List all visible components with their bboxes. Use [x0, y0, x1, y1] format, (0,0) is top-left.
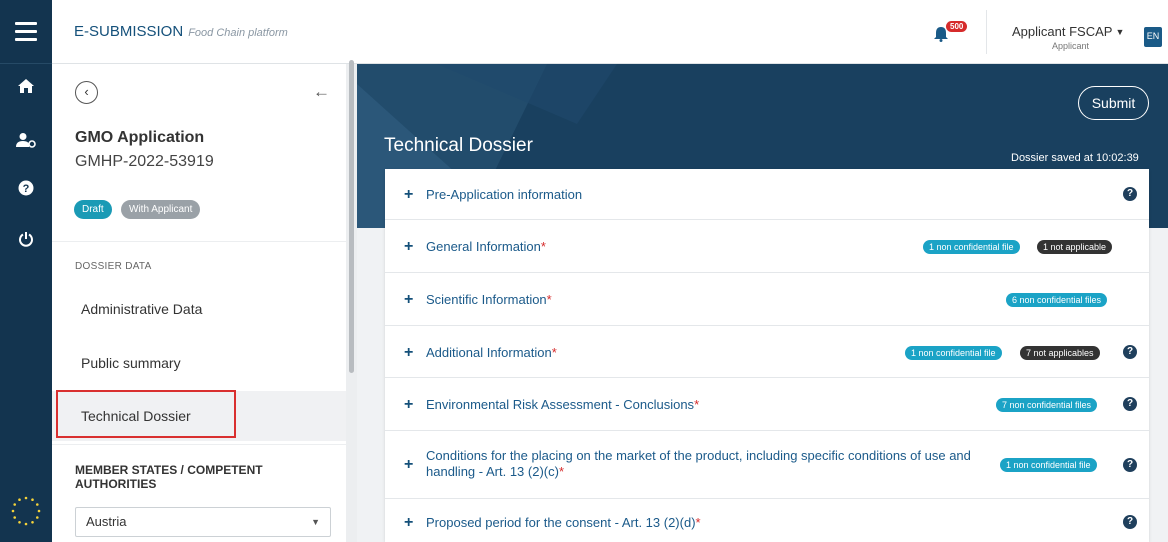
dossier-sidebar: ‹ ← GMO Application GMHP-2022-53919 Draf…	[52, 64, 346, 542]
caret-down-icon: ▼	[1115, 27, 1125, 37]
section-label[interactable]: Environmental Risk Assessment - Conclusi…	[426, 397, 699, 413]
brand-subtitle: Food Chain platform	[188, 27, 288, 39]
not-applicable-badge: 1 not applicable	[1037, 240, 1113, 254]
user-role: Applicant	[1052, 41, 1090, 51]
country-select[interactable]: Austria ▼	[75, 507, 331, 537]
page-title: Technical Dossier	[384, 135, 533, 156]
section-row-general-information[interactable]: + General Information* 1 non confidentia…	[385, 220, 1149, 273]
section-row-additional-information[interactable]: + Additional Information* 1 non confiden…	[385, 326, 1149, 378]
brand[interactable]: E-SUBMISSION Food Chain platform	[74, 23, 288, 40]
chevron-left-icon: ‹	[84, 84, 89, 99]
help-icon[interactable]: ?	[1123, 397, 1137, 411]
user-name: Applicant FSCAP	[1012, 24, 1113, 39]
section-label[interactable]: Pre-Application information	[426, 187, 582, 203]
user-menu[interactable]: Applicant FSCAP ▼	[1012, 24, 1124, 39]
help-icon[interactable]: ?	[0, 175, 52, 201]
main-content: Submit Technical Dossier Dossier saved a…	[357, 64, 1168, 542]
section-label[interactable]: Conditions for the placing on the market…	[426, 448, 996, 480]
help-icon[interactable]: ?	[1123, 345, 1137, 359]
file-count-badge: 1 non confidential file	[905, 346, 1002, 360]
not-applicable-badge: 7 not applicables	[1020, 346, 1100, 360]
top-bar: E-SUBMISSION Food Chain platform 500 Appl…	[52, 0, 1168, 64]
expand-plus-icon[interactable]: +	[404, 344, 413, 362]
brand-name: E-SUBMISSION	[74, 23, 184, 40]
expand-plus-icon[interactable]: +	[404, 456, 413, 474]
file-count-badge: 6 non confidential files	[1006, 293, 1108, 307]
language-selector[interactable]: EN	[1144, 27, 1162, 47]
expand-plus-icon[interactable]: +	[404, 291, 413, 309]
back-button[interactable]: ‹	[75, 81, 98, 104]
country-value: Austria	[86, 514, 127, 529]
application-id: GMHP-2022-53919	[75, 153, 214, 170]
power-icon[interactable]	[0, 226, 52, 252]
menu-icon[interactable]	[0, 0, 52, 64]
section-label: DOSSIER DATA	[75, 261, 152, 272]
status-badge-with-applicant: With Applicant	[121, 200, 201, 219]
sidebar-scroll-thumb[interactable]	[349, 60, 354, 373]
notification-count-badge: 500	[946, 21, 968, 32]
collapse-sidebar-icon[interactable]: ←	[313, 82, 330, 102]
expand-plus-icon[interactable]: +	[404, 514, 413, 532]
section-row-conditions-placing[interactable]: + Conditions for the placing on the mark…	[385, 431, 1149, 499]
section-label[interactable]: Proposed period for the consent - Art. 1…	[426, 515, 701, 531]
highlight-box	[56, 390, 236, 438]
application-title: GMO Application	[75, 129, 205, 146]
help-icon[interactable]: ?	[1123, 187, 1137, 201]
caret-down-icon: ▼	[311, 517, 320, 527]
expand-plus-icon[interactable]: +	[404, 186, 413, 204]
file-count-badge: 1 non confidential file	[1000, 458, 1097, 472]
section-row-scientific-information[interactable]: + Scientific Information* 6 non confiden…	[385, 273, 1149, 326]
file-count-badge: 1 non confidential file	[923, 240, 1020, 254]
svg-text:?: ?	[23, 183, 30, 195]
file-count-badge: 7 non confidential files	[996, 398, 1098, 412]
help-icon[interactable]: ?	[1123, 458, 1137, 472]
eu-flag-icon	[9, 494, 43, 528]
user-settings-icon[interactable]	[0, 127, 52, 153]
member-states-title: MEMBER STATES / COMPETENT AUTHORITIES	[75, 463, 263, 491]
topbar-divider	[986, 10, 987, 54]
divider	[52, 444, 346, 445]
status-badge-draft: Draft	[74, 200, 112, 219]
expand-plus-icon[interactable]: +	[404, 238, 413, 256]
section-label[interactable]: Additional Information*	[426, 345, 557, 361]
help-icon[interactable]: ?	[1123, 515, 1137, 529]
section-row-environmental-risk[interactable]: + Environmental Risk Assessment - Conclu…	[385, 378, 1149, 431]
section-row-proposed-period[interactable]: + Proposed period for the consent - Art.…	[385, 499, 1149, 542]
expand-plus-icon[interactable]: +	[404, 396, 413, 414]
section-label[interactable]: General Information*	[426, 239, 546, 255]
divider	[52, 241, 346, 242]
nav-item-public-summary[interactable]: Public summary	[52, 338, 346, 388]
home-icon[interactable]	[0, 73, 52, 99]
dossier-sections-panel: + Pre-Application information ? + Genera…	[385, 169, 1149, 542]
submit-button[interactable]: Submit	[1078, 86, 1149, 120]
saved-status: Dossier saved at 10:02:39	[1011, 152, 1139, 164]
left-rail: ?	[0, 0, 52, 542]
section-row-pre-application[interactable]: + Pre-Application information ?	[385, 169, 1149, 220]
nav-item-administrative-data[interactable]: Administrative Data	[52, 284, 346, 334]
section-label[interactable]: Scientific Information*	[426, 292, 552, 308]
